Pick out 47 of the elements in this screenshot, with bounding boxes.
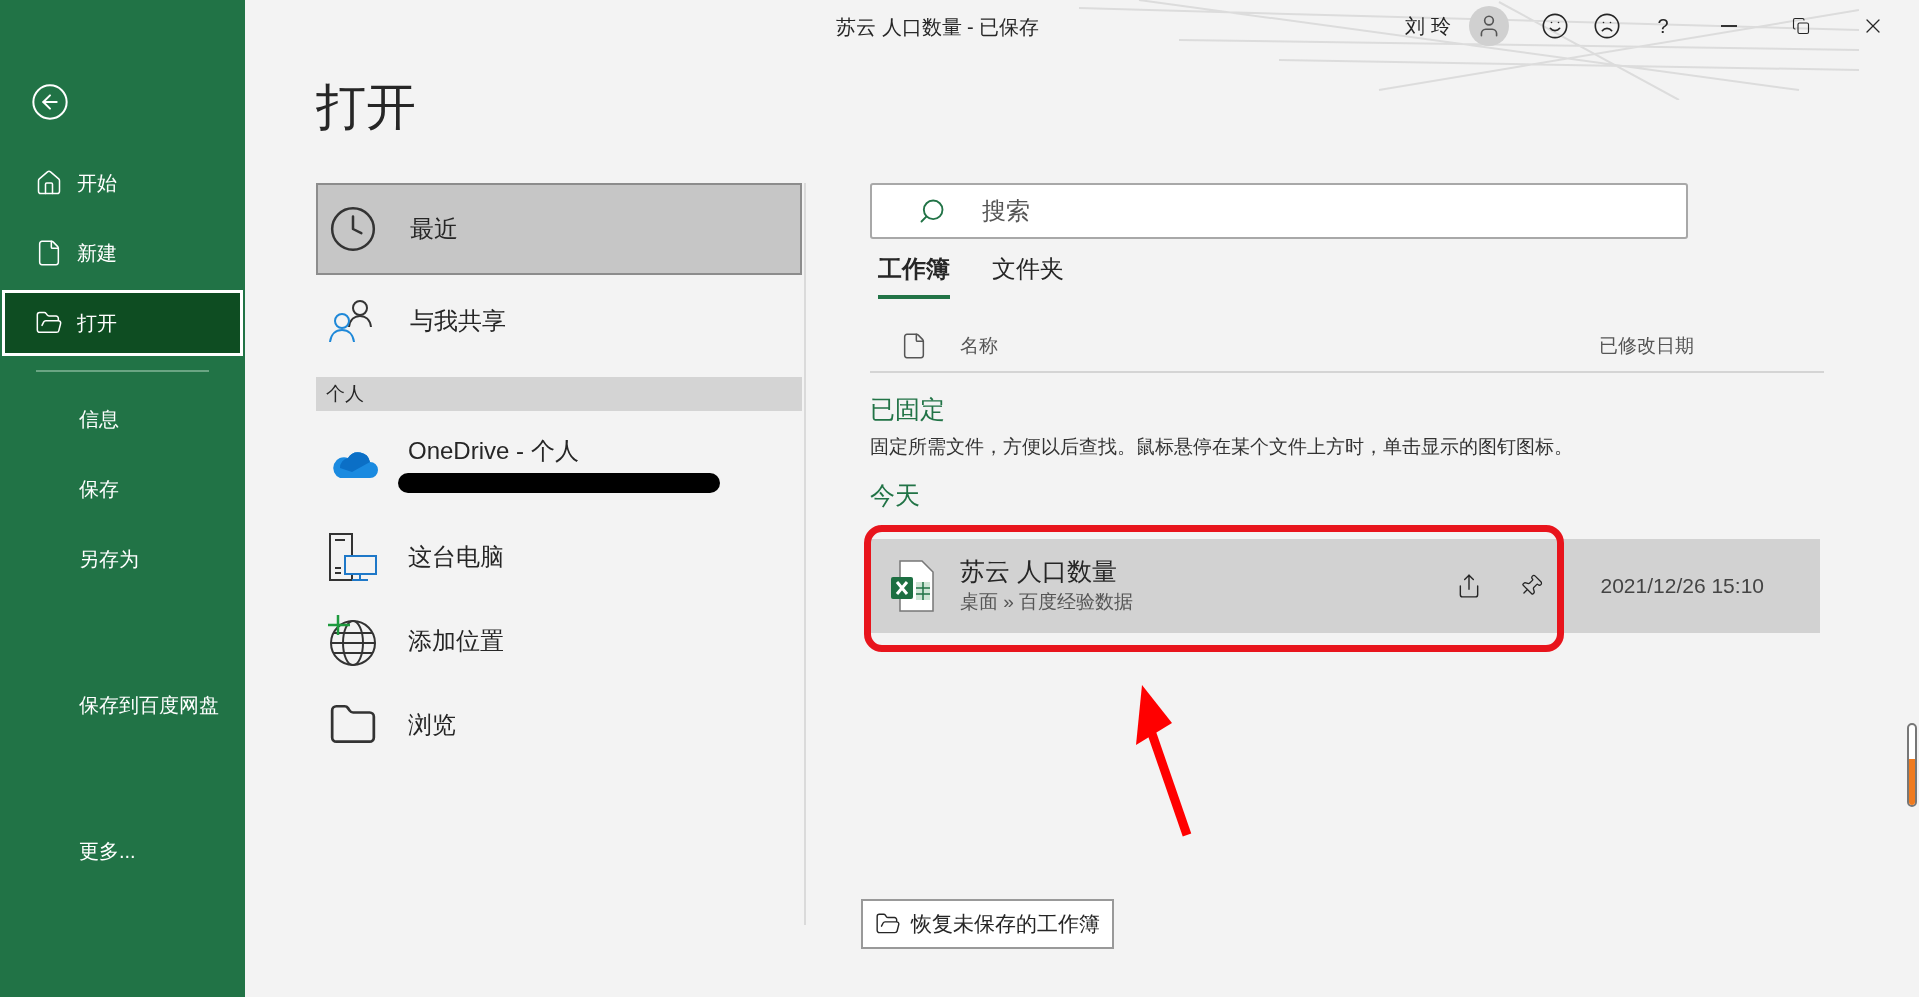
globe-icon [328,615,378,667]
location-item[interactable]: OneDrive - 个人 [316,411,802,515]
recover-button[interactable]: 恢复未保存的工作簿 [861,899,1114,949]
computer-icon [328,532,378,582]
nav-item[interactable]: 开始 [2,150,243,216]
tab[interactable]: 工作簿 [878,251,950,299]
nav-item[interactable]: 保存 [2,456,243,522]
tab[interactable]: 文件夹 [992,251,1064,299]
location-item[interactable]: 这台电脑 [316,515,802,599]
column-header: 名称 [960,333,998,358]
spreadsheet-file-icon [890,559,934,612]
page-title: 打开 [316,82,417,132]
section-heading: 今天 [870,480,921,511]
avatar[interactable] [1469,6,1509,46]
file-path: 桌面 » 百度经验数据 [960,590,1134,615]
location-label: 这台电脑 [408,542,504,572]
nav-item[interactable]: 信息 [2,386,243,452]
location-item[interactable]: 添加位置 [316,599,802,683]
file-row[interactable]: 苏云 人口数量 桌面 » 百度经验数据 2021/12/26 15:10 [870,538,1820,633]
smile-icon [1541,12,1569,40]
location-label: 浏览 [408,710,456,740]
more-button[interactable]: 更多... [2,818,243,884]
location-item[interactable]: 最近 [316,183,802,275]
minimize-icon [1721,25,1737,27]
frown-icon [1593,12,1621,40]
modified-date: 2021/12/26 15:10 [1600,572,1764,599]
restore-icon [1792,17,1810,35]
nav-item[interactable]: 新建 [2,220,243,286]
search-icon [918,197,946,225]
clock-icon [328,204,378,254]
location-label: OneDrive - 个人 [408,436,580,466]
help-button[interactable]: ? [1633,6,1693,46]
pinned-hint: 固定所需文件，方便以后查找。鼠标悬停在某个文件上方时，单击显示的图钉图标。 [870,434,1574,459]
home-icon [35,169,63,197]
section-header: 个人 [316,377,802,411]
nav-item[interactable]: 另存为 [2,526,243,592]
section-heading: 已固定 [870,394,946,425]
location-item[interactable]: 浏览 [316,683,802,767]
window-title: 苏云 人口数量 - 已保存 [836,15,1040,40]
search-field[interactable]: 搜索 [870,183,1688,239]
file-name: 苏云 人口数量 [960,556,1118,588]
location-label: 添加位置 [408,626,504,656]
location-item[interactable]: 与我共享 [316,275,802,367]
user-name: 刘 玲 [1405,14,1451,39]
nav-item[interactable]: 打开 [2,290,243,356]
column-header: 已修改日期 [1599,333,1694,358]
nav-item[interactable]: 保存到百度网盘 [2,672,243,738]
